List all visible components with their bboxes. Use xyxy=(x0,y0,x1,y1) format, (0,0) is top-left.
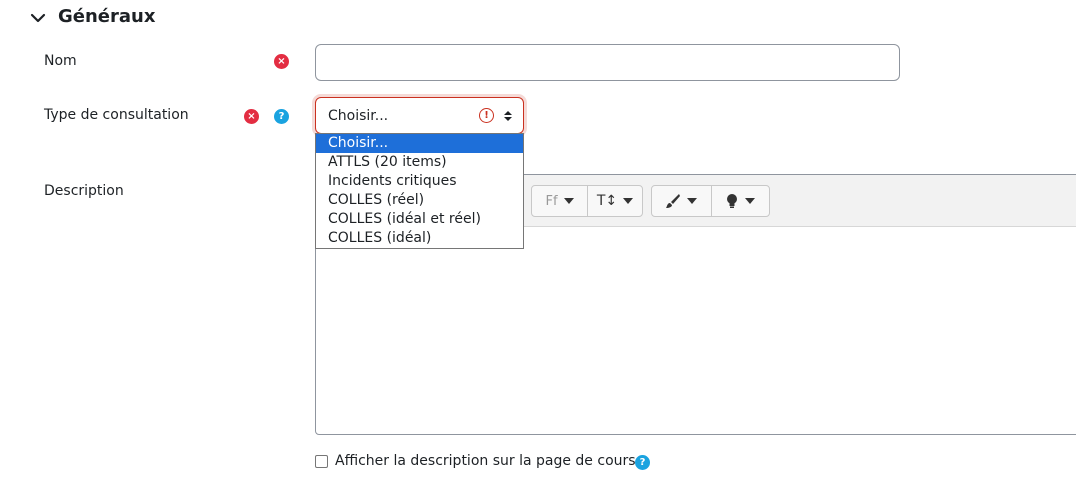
dropdown-option[interactable]: Incidents critiques xyxy=(316,172,523,191)
dropdown-option[interactable]: COLLES (réel) xyxy=(316,191,523,210)
help-icon[interactable]: ? xyxy=(274,109,289,124)
style-toolbar-group xyxy=(651,185,770,217)
dropdown-option[interactable]: COLLES (idéal) xyxy=(316,229,523,248)
warning-icon: ! xyxy=(479,108,494,123)
section-title[interactable]: Généraux xyxy=(58,6,155,27)
caret-down-icon xyxy=(623,198,634,204)
nom-input[interactable] xyxy=(315,44,900,81)
dropdown-option[interactable]: ATTLS (20 items) xyxy=(316,153,523,172)
font-size-button[interactable]: T↕ xyxy=(587,186,642,216)
help-icon[interactable]: ? xyxy=(635,455,650,470)
dropdown-option[interactable]: COLLES (idéal et réel) xyxy=(316,210,523,229)
type-dropdown-list: Choisir... ATTLS (20 items) Incidents cr… xyxy=(315,133,524,249)
caret-down-icon xyxy=(745,198,756,204)
type-label: Type de consultation xyxy=(44,107,189,123)
brush-icon xyxy=(666,194,681,208)
type-select[interactable]: Choisir... ! xyxy=(315,97,524,134)
caret-down-icon xyxy=(563,198,574,204)
nom-label: Nom xyxy=(44,53,77,69)
show-description-checkbox[interactable] xyxy=(315,455,328,468)
lightbulb-icon xyxy=(727,194,738,208)
lightbulb-button[interactable] xyxy=(710,186,770,216)
font-size-icon: T↕ xyxy=(596,193,618,209)
caret-down-icon xyxy=(687,198,698,204)
brush-button[interactable] xyxy=(652,186,711,216)
type-select-value: Choisir... xyxy=(328,107,389,124)
font-family-button[interactable]: Ff xyxy=(532,186,587,216)
font-family-icon: Ff xyxy=(545,193,558,209)
dropdown-option[interactable]: Choisir... xyxy=(316,134,523,153)
font-toolbar-group: Ff T↕ xyxy=(531,185,643,217)
show-description-label[interactable]: Afficher la description sur la page de c… xyxy=(335,453,636,469)
description-label: Description xyxy=(44,183,124,199)
collapse-chevron-icon[interactable] xyxy=(28,8,48,28)
select-arrows-icon xyxy=(503,106,513,126)
required-icon: × xyxy=(274,54,289,69)
required-icon: × xyxy=(244,109,259,124)
